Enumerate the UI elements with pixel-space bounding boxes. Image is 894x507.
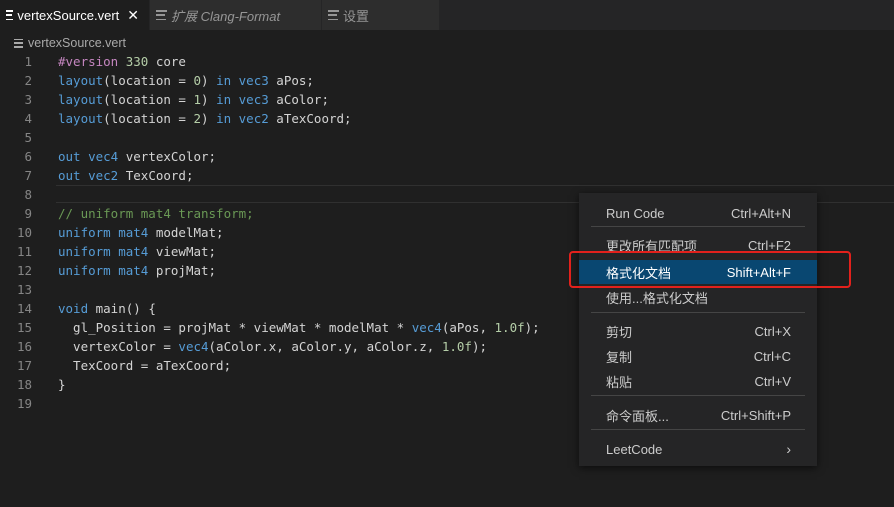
menu-item-shortcut: Ctrl+V — [754, 373, 791, 389]
menu-item[interactable]: LeetCode › — [579, 437, 817, 461]
file-lines-icon — [6, 10, 14, 20]
file-lines-icon — [14, 38, 23, 48]
line-number: 14 — [16, 301, 32, 316]
line-number: 5 — [24, 130, 32, 145]
line-number: 19 — [16, 396, 32, 411]
menu-separator — [591, 312, 805, 313]
tab-bar: vertexSource.vert ✕ 扩展 Clang-Format 设置 — [0, 0, 894, 30]
file-lines-icon — [328, 10, 339, 20]
line-number: 17 — [16, 358, 32, 373]
line-number: 1 — [24, 54, 32, 69]
breadcrumb-file[interactable]: vertexSource.vert — [28, 36, 126, 50]
tab-label: 扩展 Clang-Format — [171, 8, 281, 24]
tab-extension-clang-format[interactable]: 扩展 Clang-Format — [150, 0, 322, 30]
line-number: 9 — [24, 206, 32, 221]
line-number: 3 — [24, 92, 32, 107]
breadcrumb[interactable]: vertexSource.vert — [14, 35, 126, 51]
line-number: 6 — [24, 149, 32, 164]
code-text[interactable]: uniform mat4 projMat; — [58, 261, 216, 280]
menu-item-shortcut: Ctrl+Alt+N — [731, 205, 791, 221]
menu-item-shortcut: Ctrl+C — [753, 348, 791, 364]
tab-label: vertexSource.vert — [17, 7, 120, 23]
code-text[interactable]: out vec2 TexCoord; — [58, 166, 193, 185]
line-number: 10 — [16, 225, 32, 240]
code-text[interactable]: uniform mat4 viewMat; — [58, 242, 216, 261]
menu-item[interactable]: 更改所有匹配项 Ctrl+F2 — [579, 233, 817, 257]
line-number: 2 — [24, 73, 32, 88]
code-text[interactable]: layout(location = 2) in vec2 aTexCoord; — [58, 109, 352, 128]
menu-separator — [591, 395, 805, 396]
menu-item[interactable]: 剪切 Ctrl+X — [579, 319, 817, 343]
menu-item[interactable]: 使用...格式化文档 — [579, 285, 817, 309]
line-number: 8 — [24, 187, 32, 202]
context-menu: Run Code Ctrl+Alt+N 更改所有匹配项 Ctrl+F2 格式化文档 Shi… — [579, 193, 817, 466]
menu-item-shortcut: Ctrl+Shift+P — [720, 407, 791, 423]
line-number: 16 — [16, 339, 32, 354]
tab-label: 设置 — [343, 8, 370, 24]
menu-item-label: LeetCode — [606, 441, 663, 457]
code-text[interactable]: TexCoord = aTexCoord; — [58, 356, 231, 375]
menu-item[interactable]: 命令面板... Ctrl+Shift+P — [579, 403, 817, 427]
chevron-right-icon: › — [786, 441, 791, 457]
menu-separator — [591, 226, 805, 227]
code-text[interactable]: // uniform mat4 transform; — [58, 204, 254, 223]
close-icon[interactable]: ✕ — [127, 7, 139, 24]
line-number: 12 — [16, 263, 32, 278]
code-text[interactable]: gl_Position = projMat * viewMat * modelM… — [58, 318, 540, 337]
code-text[interactable]: #version 330 core — [58, 52, 186, 71]
menu-item-label: 命令面板... — [606, 408, 669, 424]
menu-item[interactable]: 粘贴 Ctrl+V — [579, 369, 817, 393]
menu-item-label: 复制 — [606, 349, 633, 365]
code-text[interactable]: uniform mat4 modelMat; — [58, 223, 224, 242]
line-number: 11 — [16, 244, 32, 259]
line-number: 18 — [16, 377, 32, 392]
menu-separator — [591, 429, 805, 430]
menu-item-label: 格式化文档 — [606, 265, 672, 281]
code-text[interactable]: layout(location = 0) in vec3 aPos; — [58, 71, 314, 90]
tab-vertex-source[interactable]: vertexSource.vert ✕ — [0, 0, 150, 30]
code-text[interactable]: layout(location = 1) in vec3 aColor; — [58, 90, 329, 109]
menu-item-label: 使用...格式化文档 — [606, 290, 708, 306]
line-number: 15 — [16, 320, 32, 335]
code-text[interactable]: out vec4 vertexColor; — [58, 147, 216, 166]
menu-item-label: 剪切 — [606, 324, 633, 340]
menu-item-label: 粘贴 — [606, 374, 633, 390]
tab-settings[interactable]: 设置 — [322, 0, 440, 30]
file-lines-icon — [156, 10, 167, 20]
menu-item[interactable]: 复制 Ctrl+C — [579, 344, 817, 368]
code-text[interactable]: vertexColor = vec4(aColor.x, aColor.y, a… — [58, 337, 487, 356]
menu-item[interactable]: 格式化文档 Shift+Alt+F — [579, 260, 817, 284]
menu-item-shortcut: Ctrl+X — [754, 323, 791, 339]
menu-item-label: Run Code — [606, 205, 665, 221]
line-number: 4 — [24, 111, 32, 126]
line-number: 13 — [16, 282, 32, 297]
menu-item-shortcut: Ctrl+F2 — [748, 237, 791, 253]
code-text[interactable]: void main() { — [58, 299, 156, 318]
line-number: 7 — [24, 168, 32, 183]
menu-item-shortcut: Shift+Alt+F — [726, 264, 791, 280]
menu-item[interactable]: Run Code Ctrl+Alt+N — [579, 201, 817, 225]
code-text[interactable]: } — [58, 375, 66, 394]
menu-item-label: 更改所有匹配项 — [606, 238, 698, 254]
